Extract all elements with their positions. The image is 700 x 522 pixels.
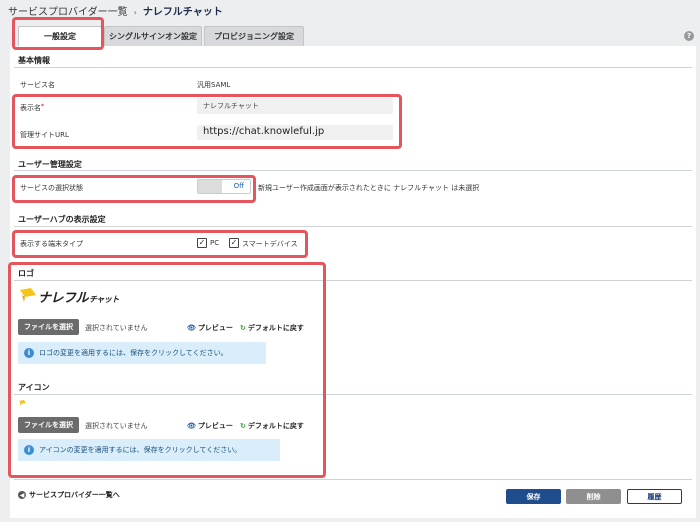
- device-type-label: 表示する端末タイプ: [20, 240, 83, 248]
- selection-note: 新規ユーザー作成画面が表示されたときに ナレフルチャット は未選択: [258, 184, 480, 192]
- icon-info-box: i アイコンの変更を適用するには、保存をクリックしてください。: [18, 439, 280, 461]
- toggle-label: Off: [233, 182, 244, 190]
- eye-icon: 👁: [187, 324, 196, 332]
- back-to-list-label: サービスプロバイダー一覧へ: [29, 491, 120, 499]
- divider: [14, 67, 692, 68]
- logo-text-main: ナレフル: [38, 291, 89, 306]
- logo-preview-link[interactable]: 👁 プレビュー: [187, 323, 233, 333]
- eye-icon: 👁: [187, 422, 196, 430]
- logo-default-link[interactable]: ↻ デフォルトに戻す: [240, 323, 304, 333]
- logo-mark-icon: [19, 400, 26, 406]
- help-icon[interactable]: ?: [684, 31, 694, 41]
- logo-file-select-button[interactable]: ファイルを選択: [18, 319, 79, 335]
- reset-icon: ↻: [240, 324, 246, 332]
- history-button[interactable]: 履歴: [627, 489, 682, 504]
- logo-info-box: i ロゴの変更を適用するには、保存をクリックしてください。: [18, 342, 266, 364]
- smart-device-checkbox[interactable]: ✓: [229, 238, 239, 248]
- checkmark-icon: ✓: [230, 238, 238, 247]
- tab-provisioning-settings[interactable]: プロビジョニング設定: [204, 26, 304, 46]
- logo-title: ロゴ: [18, 269, 34, 278]
- divider: [14, 170, 692, 171]
- logo-mark-icon: [20, 288, 36, 302]
- pc-label: PC: [210, 239, 220, 247]
- pc-checkbox[interactable]: ✓: [197, 238, 207, 248]
- logo-default-label: デフォルトに戻す: [247, 324, 304, 332]
- icon-default-link[interactable]: ↻ デフォルトに戻す: [240, 421, 304, 431]
- icon-title: アイコン: [18, 383, 50, 392]
- breadcrumb-separator: ›: [133, 8, 137, 17]
- delete-button[interactable]: 削除: [566, 489, 621, 504]
- admin-url-field[interactable]: https://chat.knowleful.jp: [197, 125, 393, 140]
- settings-panel: 基本情報 サービス名 汎用SAML 表示名* ナレフルチャット 管理サイトURL…: [10, 46, 696, 518]
- breadcrumb-current: ナレフルチャット: [142, 7, 223, 18]
- logo-text-sub: チャット: [89, 295, 119, 304]
- logo-info-text: ロゴの変更を適用するには、保存をクリックしてください。: [39, 349, 228, 357]
- toggle-knob: [198, 180, 222, 193]
- divider: [14, 479, 692, 480]
- save-button[interactable]: 保存: [506, 489, 561, 504]
- selection-state-label: サービスの選択状態: [20, 184, 83, 192]
- logo-text: ナレフルチャット: [38, 287, 119, 306]
- icon-preview-link[interactable]: 👁 プレビュー: [187, 421, 233, 431]
- basic-info-title: 基本情報: [18, 56, 50, 65]
- divider: [14, 280, 692, 281]
- back-arrow-icon: ◀: [18, 491, 26, 499]
- logo-preview-label: プレビュー: [197, 324, 233, 332]
- icon-no-file-text: 選択されていません: [85, 422, 148, 430]
- display-name-label: 表示名*: [20, 103, 44, 113]
- tab-sso-settings[interactable]: シングルサインオン設定: [104, 26, 202, 46]
- divider: [14, 394, 692, 395]
- tab-general-settings[interactable]: 一般設定: [18, 26, 102, 46]
- reset-icon: ↻: [240, 422, 246, 430]
- display-name-label-text: 表示名: [20, 104, 41, 112]
- icon-default-label: デフォルトに戻す: [247, 422, 304, 430]
- checkmark-icon: ✓: [198, 238, 206, 247]
- breadcrumb: サービスプロバイダー一覧 › ナレフルチャット: [8, 3, 223, 18]
- admin-url-label: 管理サイトURL: [20, 131, 69, 139]
- required-mark: *: [41, 103, 44, 110]
- icon-info-text: アイコンの変更を適用するには、保存をクリックしてください。: [39, 446, 242, 454]
- icon-preview-label: プレビュー: [197, 422, 233, 430]
- breadcrumb-parent-link[interactable]: サービスプロバイダー一覧: [8, 7, 128, 18]
- info-icon: i: [24, 348, 34, 358]
- divider: [14, 226, 692, 227]
- service-name-label: サービス名: [20, 81, 55, 89]
- info-icon: i: [24, 445, 34, 455]
- service-name-value: 汎用SAML: [197, 81, 231, 89]
- logo-image: ナレフルチャット: [20, 286, 130, 306]
- smart-device-label: スマートデバイス: [242, 240, 298, 248]
- display-name-field[interactable]: ナレフルチャット: [197, 98, 393, 114]
- selection-state-toggle[interactable]: Off: [197, 179, 251, 194]
- user-hub-title: ユーザーハブの表示設定: [18, 215, 106, 224]
- logo-no-file-text: 選択されていません: [85, 324, 148, 332]
- icon-file-select-button[interactable]: ファイルを選択: [18, 417, 79, 433]
- back-to-list-link[interactable]: ◀ サービスプロバイダー一覧へ: [18, 490, 120, 500]
- user-mgmt-title: ユーザー管理設定: [18, 160, 82, 169]
